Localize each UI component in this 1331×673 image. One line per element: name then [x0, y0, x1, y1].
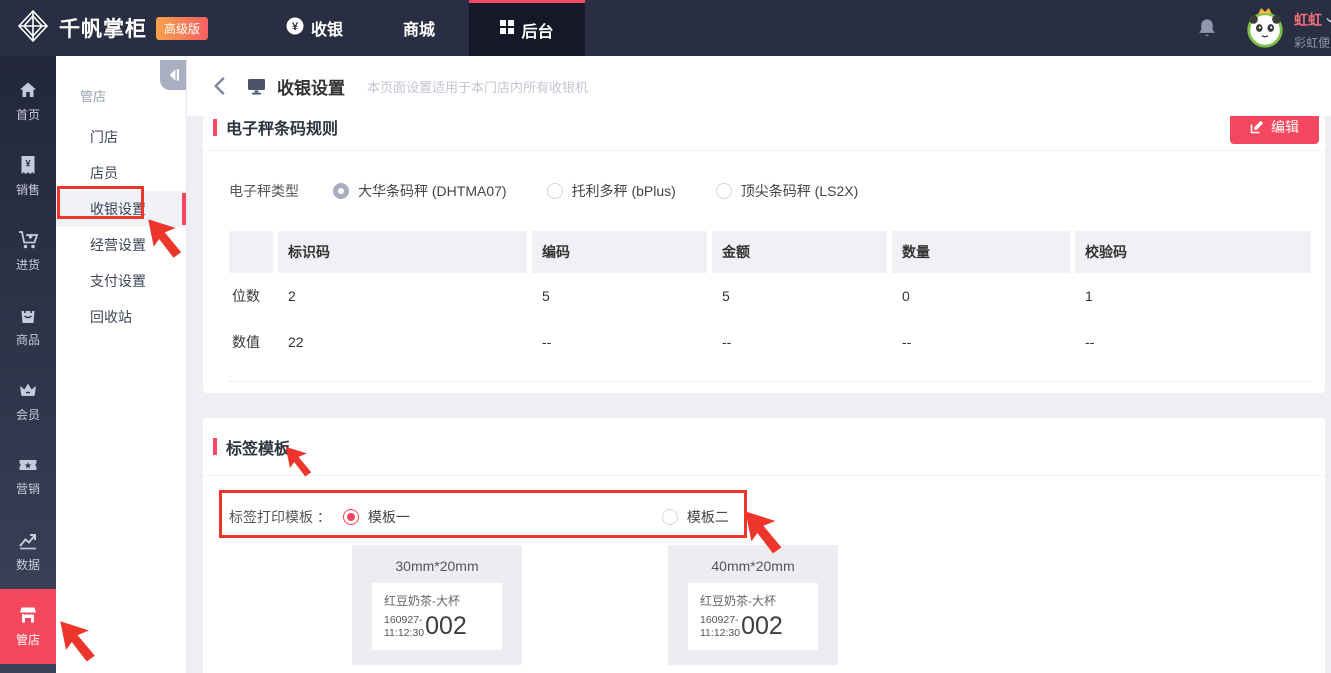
svg-text:★: ★ [24, 461, 32, 471]
svg-text:¥: ¥ [25, 159, 31, 170]
user-meta[interactable]: 虹虹 彩虹便 [1294, 10, 1331, 51]
primary-sidebar: 首页 ¥ 销售 进货 商品 会员 ★ 营销 数据 管店 [0, 56, 56, 673]
main-content: 收银设置 本页面设置适用于本门店内所有收银机 电子秤条码规则 编辑 电子秤类型 [187, 56, 1331, 673]
submenu-item-payment-settings[interactable]: 支付设置 [56, 263, 186, 299]
edit-button[interactable]: 编辑 [1230, 116, 1319, 144]
radio-unselected-icon [716, 183, 732, 199]
label-template-panel: 标签模板 标签打印模板 ： 模板一 模板二 30mm [203, 418, 1325, 673]
sidebar-item-data[interactable]: 数据 [0, 514, 56, 589]
submenu-item-business-settings[interactable]: 经营设置 [56, 227, 186, 263]
table-row-digits: 位数 2 5 5 0 1 [229, 273, 1311, 319]
section-marker [213, 438, 217, 455]
chart-icon [18, 530, 38, 550]
monitor-icon [246, 76, 267, 96]
user-store: 彩虹便 [1294, 34, 1331, 51]
radio-selected-icon [343, 509, 359, 525]
notification-bell-icon[interactable] [1196, 17, 1218, 44]
label-paper: 红豆奶茶-大杯 160927- 11:12:30 002 [688, 583, 818, 650]
sidebar-item-sales[interactable]: ¥ 销售 [0, 139, 56, 214]
home-icon [18, 80, 38, 100]
brand-name: 千帆掌柜 [59, 13, 147, 43]
radio-template-two[interactable]: 模板二 [662, 507, 729, 527]
sidebar-item-purchase[interactable]: 进货 [0, 214, 56, 289]
shopping-bag-icon [18, 305, 38, 325]
col-header-amount: 金额 [712, 231, 887, 273]
svg-text:¥: ¥ [292, 21, 299, 33]
storefront-icon [18, 605, 38, 625]
grid-icon [500, 20, 514, 39]
col-header-identifier: 标识码 [278, 231, 527, 273]
radio-selected-disabled-icon [333, 183, 349, 199]
submenu-item-recycle-bin[interactable]: 回收站 [56, 299, 186, 335]
submenu-item-cashier-settings[interactable]: 收银设置 [56, 191, 186, 227]
scale-type-label: 电子秤类型 [229, 181, 333, 201]
topbar: 千帆掌柜 高级版 ¥ 收银 商城 后台 虹虹 彩虹便 [0, 0, 1331, 56]
page-subtitle: 本页面设置适用于本门店内所有收银机 [367, 77, 588, 96]
radio-scale-toledo[interactable]: 托利多秤 (bPlus) [547, 181, 676, 201]
label-section-title: 标签模板 [226, 435, 290, 459]
print-template-label: 标签打印模板 ： [229, 507, 331, 527]
user-avatar[interactable] [1244, 7, 1286, 49]
table-row-values: 数值 22 -- -- -- -- [229, 319, 1311, 365]
col-header-quantity: 数量 [892, 231, 1070, 273]
radio-scale-dahua[interactable]: 大华条码秤 (DHTMA07) [333, 181, 507, 201]
sidebar-item-marketing[interactable]: ★ 营销 [0, 439, 56, 514]
radio-unselected-icon [662, 509, 678, 525]
sidebar-item-goods[interactable]: 商品 [0, 289, 56, 364]
nav-backend-label: 后台 [521, 18, 553, 42]
section-marker [213, 119, 217, 136]
sidebar-item-members[interactable]: 会员 [0, 364, 56, 439]
col-header-checkcode: 校验码 [1075, 231, 1311, 273]
label-preview-40x20: 40mm*20mm 红豆奶茶-大杯 160927- 11:12:30 002 [668, 545, 838, 665]
brand[interactable]: 千帆掌柜 高级版 [0, 9, 208, 48]
scale-type-row: 电子秤类型 大华条码秤 (DHTMA07) 托利多秤 (bPlus) 顶尖条码秤… [203, 151, 1325, 231]
crown-icon [18, 380, 38, 400]
ticket-icon: ★ [18, 456, 38, 474]
barcode-rule-table: 标识码 编码 金额 数量 校验码 位数 2 5 5 0 1 [229, 231, 1311, 382]
submenu-item-staff[interactable]: 店员 [56, 155, 186, 191]
sidebar-collapse-toggle[interactable] [160, 60, 186, 90]
cart-icon [18, 230, 39, 250]
radio-template-one[interactable]: 模板一 [343, 507, 410, 527]
chevron-down-icon [1326, 17, 1331, 23]
user-name: 虹虹 [1294, 10, 1322, 30]
radio-scale-dingjian[interactable]: 顶尖条码秤 (LS2X) [716, 181, 858, 201]
nav-backend[interactable]: 后台 [469, 0, 585, 56]
brand-logo-icon [16, 9, 50, 48]
page-header: 收银设置 本页面设置适用于本门店内所有收银机 [187, 56, 1331, 116]
back-button[interactable] [213, 76, 226, 96]
label-template-row: 标签打印模板 ： 模板一 模板二 [203, 495, 1325, 539]
edit-pencil-icon [1250, 120, 1264, 134]
submenu-item-stores[interactable]: 门店 [56, 119, 186, 155]
nav-cashier[interactable]: ¥ 收银 [286, 0, 343, 56]
sidebar-item-store-management[interactable]: 管店 [0, 589, 56, 664]
barcode-rules-panel: 电子秤条码规则 编辑 电子秤类型 大华条码秤 (DHTMA07) [203, 116, 1325, 393]
page-title: 收银设置 [277, 74, 345, 99]
label-paper: 红豆奶茶-大杯 160927- 11:12:30 002 [372, 583, 502, 650]
yuan-circle-icon: ¥ [286, 17, 304, 40]
nav-mall-label: 商城 [403, 16, 435, 40]
label-preview-30x20: 30mm*20mm 红豆奶茶-大杯 160927- 11:12:30 002 [352, 545, 522, 665]
col-header-code: 编码 [532, 231, 707, 273]
plan-badge: 高级版 [156, 17, 208, 40]
receipt-icon: ¥ [19, 155, 37, 175]
nav-cashier-label: 收银 [311, 16, 343, 40]
nav-mall[interactable]: 商城 [403, 0, 435, 56]
sidebar-item-home[interactable]: 首页 [0, 64, 56, 139]
barcode-section-title: 电子秤条码规则 [226, 116, 338, 139]
label-previews: 30mm*20mm 红豆奶茶-大杯 160927- 11:12:30 002 [203, 545, 1325, 665]
radio-unselected-icon [547, 183, 563, 199]
secondary-sidebar: 管店 门店 店员 收银设置 经营设置 支付设置 回收站 [56, 56, 187, 673]
